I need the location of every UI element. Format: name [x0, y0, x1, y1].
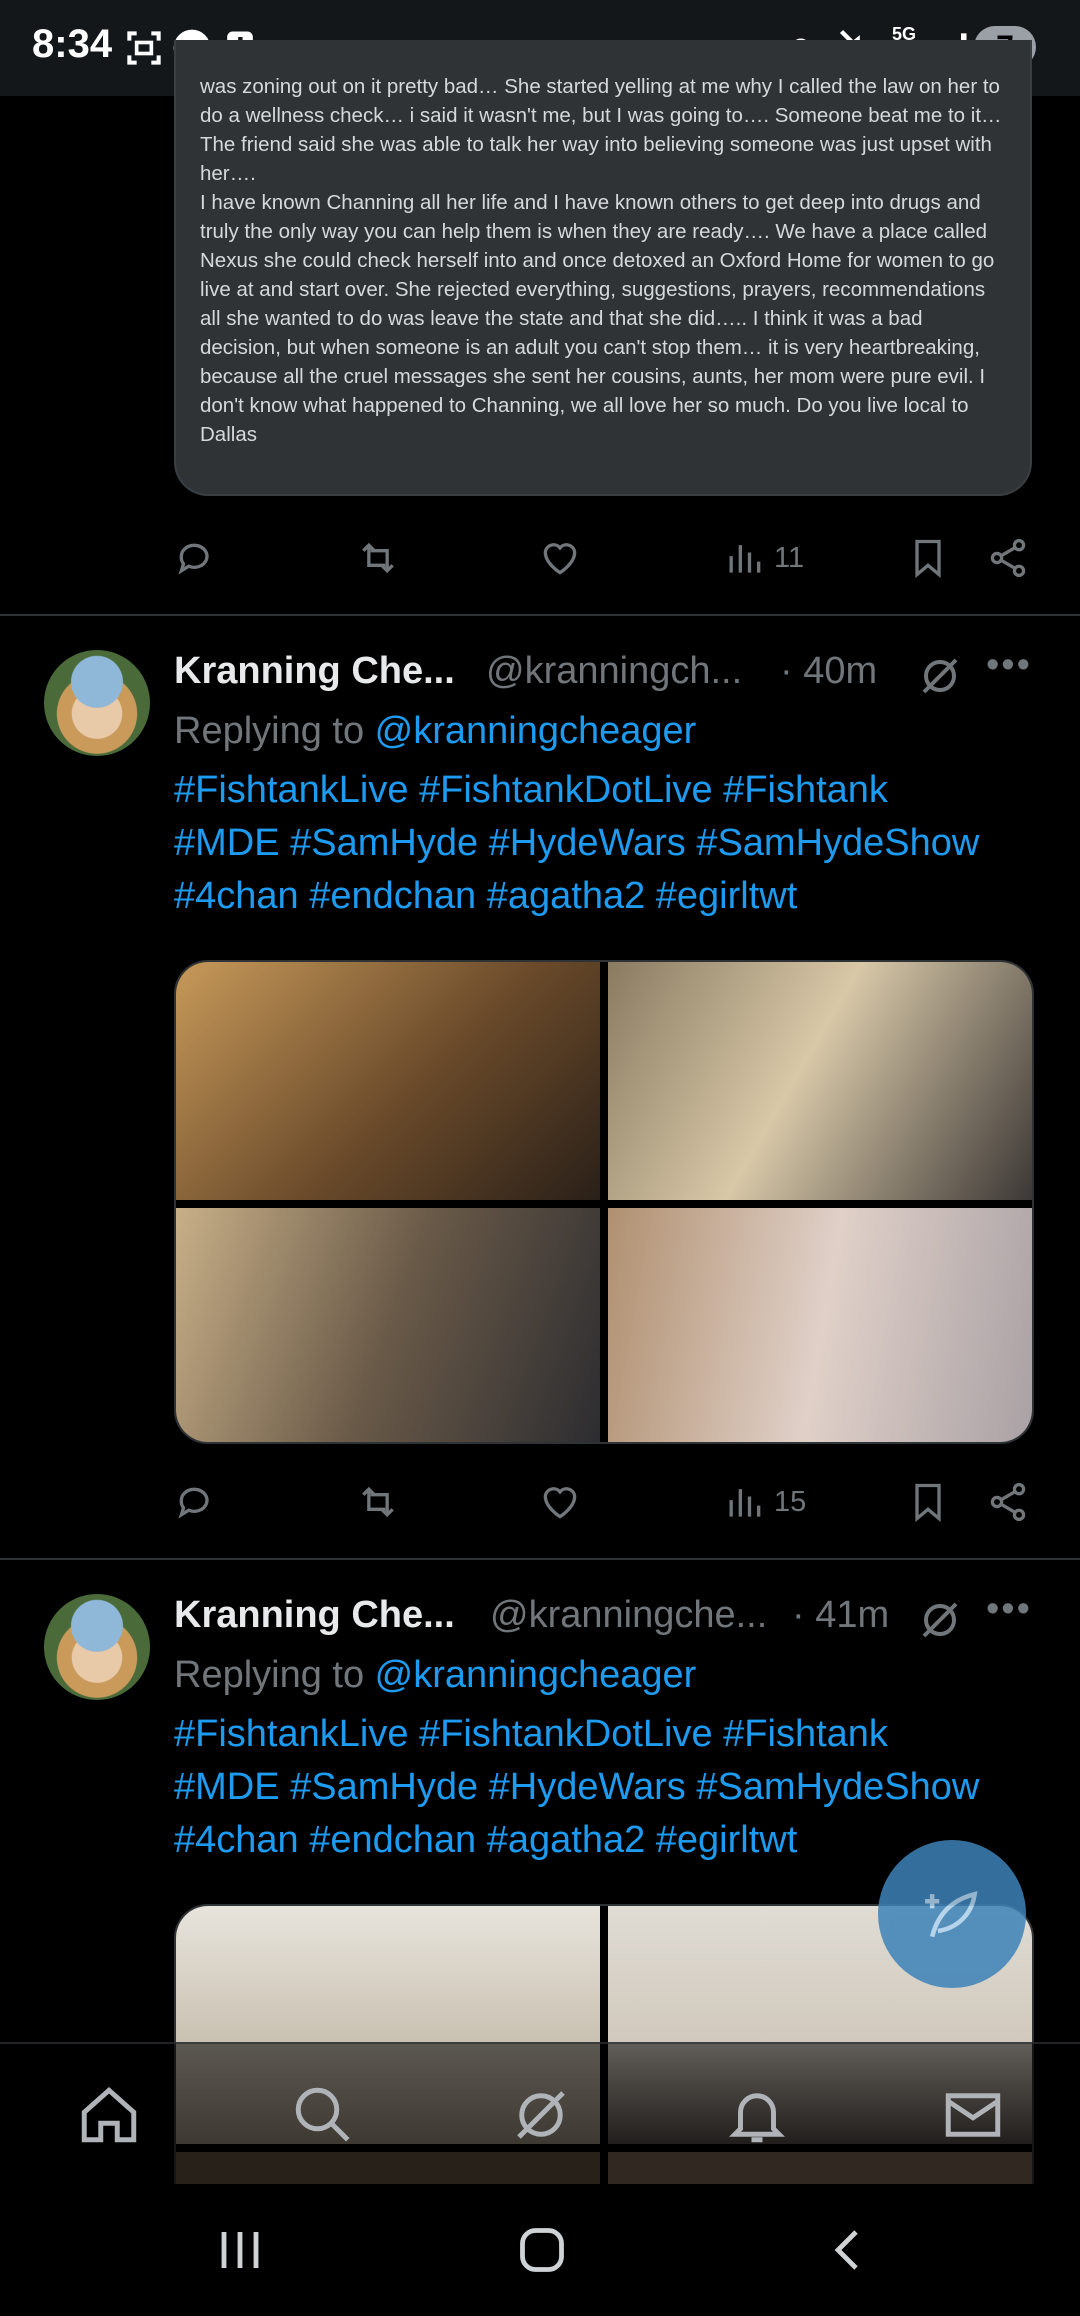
repost-button[interactable] [356, 1474, 400, 1530]
post-text: #FishtankLive #FishtankDotLive #Fishtank… [174, 1708, 1054, 1867]
share-button[interactable] [986, 530, 1030, 586]
photo-3[interactable] [176, 1208, 600, 1442]
home-icon[interactable] [76, 2082, 142, 2148]
heart-icon [543, 543, 577, 575]
display-name[interactable]: Kranning Che... [174, 650, 455, 693]
media-grid [174, 960, 1034, 1444]
screenshot-icon [127, 31, 161, 65]
heart-icon [543, 1487, 577, 1519]
post-time: · 40m [780, 650, 878, 692]
bookmark-button[interactable] [906, 1474, 950, 1530]
replying-label: Replying to [174, 710, 375, 752]
views-count: 15 [774, 1485, 807, 1518]
hashtags-line[interactable]: #FishtankLive #FishtankDotLive #Fishtank [174, 1708, 1054, 1761]
photo-1[interactable] [176, 962, 600, 1200]
replying-label: Replying to [174, 1654, 375, 1696]
views-count: 11 [774, 541, 805, 574]
system-navigation-bar [0, 2184, 1080, 2316]
replying-to-link[interactable]: @kranningcheager [375, 710, 697, 752]
avatar[interactable] [44, 1594, 150, 1700]
views-button[interactable]: 15 [722, 1474, 806, 1530]
user-handle[interactable]: @kranningche... [490, 1594, 767, 1637]
share-icon [990, 538, 1026, 578]
messages-envelope-icon[interactable] [940, 2082, 1006, 2148]
post-actions: 15 [174, 1474, 1044, 1530]
compose-feather-icon [925, 1891, 978, 1938]
hashtags-line[interactable]: #MDE #SamHyde #HydeWars #SamHydeShow [174, 817, 1054, 870]
avatar[interactable] [44, 650, 150, 756]
repost-icon [362, 542, 394, 574]
analytics-icon [729, 545, 761, 573]
photo-4[interactable] [608, 1208, 1032, 1442]
hashtags-line[interactable]: #FishtankLive #FishtankDotLive #Fishtank [174, 764, 1054, 817]
reply-icon [178, 543, 209, 575]
repost-button[interactable] [356, 530, 400, 586]
more-options-icon[interactable]: ••• [986, 1588, 1032, 1631]
quoted-text-p2: The friend said she was able to talk her… [200, 133, 992, 185]
status-time: 8:34 [32, 22, 113, 66]
hashtags-line[interactable]: #MDE #SamHyde #HydeWars #SamHydeShow [174, 1761, 1054, 1814]
quoted-post-card[interactable]: was zoning out on it pretty bad… She sta… [174, 40, 1032, 496]
post-text: #FishtankLive #FishtankDotLive #Fishtank… [174, 764, 1054, 923]
post-time: · 41m [792, 1594, 890, 1636]
back-icon[interactable] [824, 2224, 872, 2276]
display-name[interactable]: Kranning Che... [174, 1594, 455, 1637]
grok-icon[interactable] [916, 652, 964, 700]
bookmark-icon [915, 1483, 941, 1523]
hashtags-line[interactable]: #4chan #endchan #agatha2 #egirltwt [174, 870, 1054, 923]
post-actions: 11 [174, 530, 1044, 586]
reply-icon [178, 1487, 209, 1519]
grok-icon[interactable] [508, 2082, 574, 2148]
share-icon [990, 1482, 1026, 1522]
repost-icon [362, 1486, 394, 1518]
like-button[interactable] [538, 530, 582, 586]
analytics-icon [729, 1489, 761, 1517]
notifications-bell-icon[interactable] [724, 2082, 790, 2148]
bookmark-button[interactable] [906, 530, 950, 586]
views-button[interactable]: 11 [722, 530, 804, 586]
user-handle[interactable]: @kranningch... [486, 650, 742, 693]
bottom-navigation [0, 2042, 1080, 2186]
replying-to-link[interactable]: @kranningcheager [375, 1654, 697, 1696]
reply-button[interactable] [174, 1474, 218, 1530]
home-button-icon[interactable] [516, 2224, 568, 2276]
post-divider [0, 614, 1080, 616]
recent-apps-icon[interactable] [212, 2226, 268, 2274]
grok-icon[interactable] [916, 1596, 964, 1644]
bookmark-icon [915, 539, 941, 579]
replying-to: Replying to @kranningcheager [174, 710, 696, 753]
quoted-text-p3: I have known Channing all her life and I… [200, 191, 995, 446]
like-button[interactable] [538, 1474, 582, 1530]
replying-to: Replying to @kranningcheager [174, 1654, 696, 1697]
photo-2[interactable] [608, 962, 1032, 1200]
reply-button[interactable] [174, 530, 218, 586]
post-divider [0, 1558, 1080, 1560]
share-button[interactable] [986, 1474, 1030, 1530]
compose-button[interactable] [878, 1840, 1026, 1988]
more-options-icon[interactable]: ••• [986, 644, 1032, 687]
search-icon[interactable] [290, 2082, 356, 2148]
quoted-text-p1: was zoning out on it pretty bad… She sta… [200, 75, 1002, 127]
